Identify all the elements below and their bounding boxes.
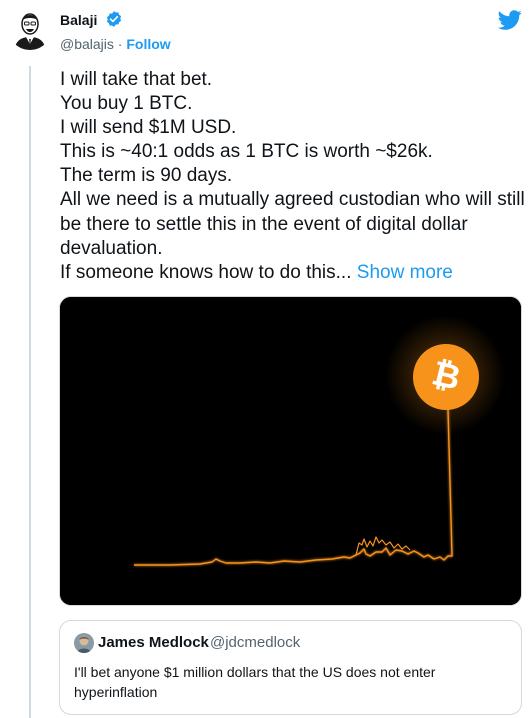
tweet-last-line: If someone knows how to do this... Show … — [60, 261, 525, 285]
author-avatar-illustration — [8, 6, 52, 50]
follow-button[interactable]: Follow — [126, 36, 170, 52]
handle-separator: · — [113, 36, 127, 52]
tweet-truncated-text: If someone knows how to do this... — [60, 261, 352, 283]
tweet-text: I will take that bet. You buy 1 BTC. I w… — [60, 68, 525, 285]
author-avatar[interactable] — [8, 6, 52, 50]
tweet-line: I will send $1M USD. — [60, 117, 237, 139]
author-name[interactable]: Balaji — [60, 11, 97, 29]
tweet-line: You buy 1 BTC. — [60, 93, 193, 115]
quoted-tweet-text: I'll bet anyone $1 million dollars that … — [74, 664, 436, 700]
author-handle[interactable]: @balajis — [60, 36, 114, 52]
author-handle-row: @balajis · Follow — [60, 35, 171, 53]
quoted-author-handle: @jdcmedlock — [210, 634, 301, 651]
quoted-tweet-card[interactable]: James Medlock @jdcmedlock I'll bet anyon… — [59, 620, 522, 715]
tweet-line: This is ~40:1 odds as 1 BTC is worth ~$2… — [60, 141, 433, 163]
verified-badge-icon — [106, 11, 122, 27]
quoted-author-avatar[interactable] — [74, 633, 94, 653]
quoted-avatar-illustration — [74, 633, 94, 653]
show-more-link[interactable]: Show more — [357, 262, 453, 283]
thread-connector-line — [29, 66, 31, 718]
twitter-bird-icon[interactable] — [498, 8, 522, 32]
bitcoin-price-chart-image: ₿ — [60, 297, 521, 605]
tweet-media-image[interactable]: ₿ — [59, 296, 522, 606]
quoted-author-name: James Medlock — [98, 634, 209, 651]
tweet-line: The term is 90 days. — [60, 165, 233, 187]
tweet-line: All we need is a mutually agreed custodi… — [60, 189, 525, 259]
tweet-line: I will take that bet. — [60, 69, 213, 90]
